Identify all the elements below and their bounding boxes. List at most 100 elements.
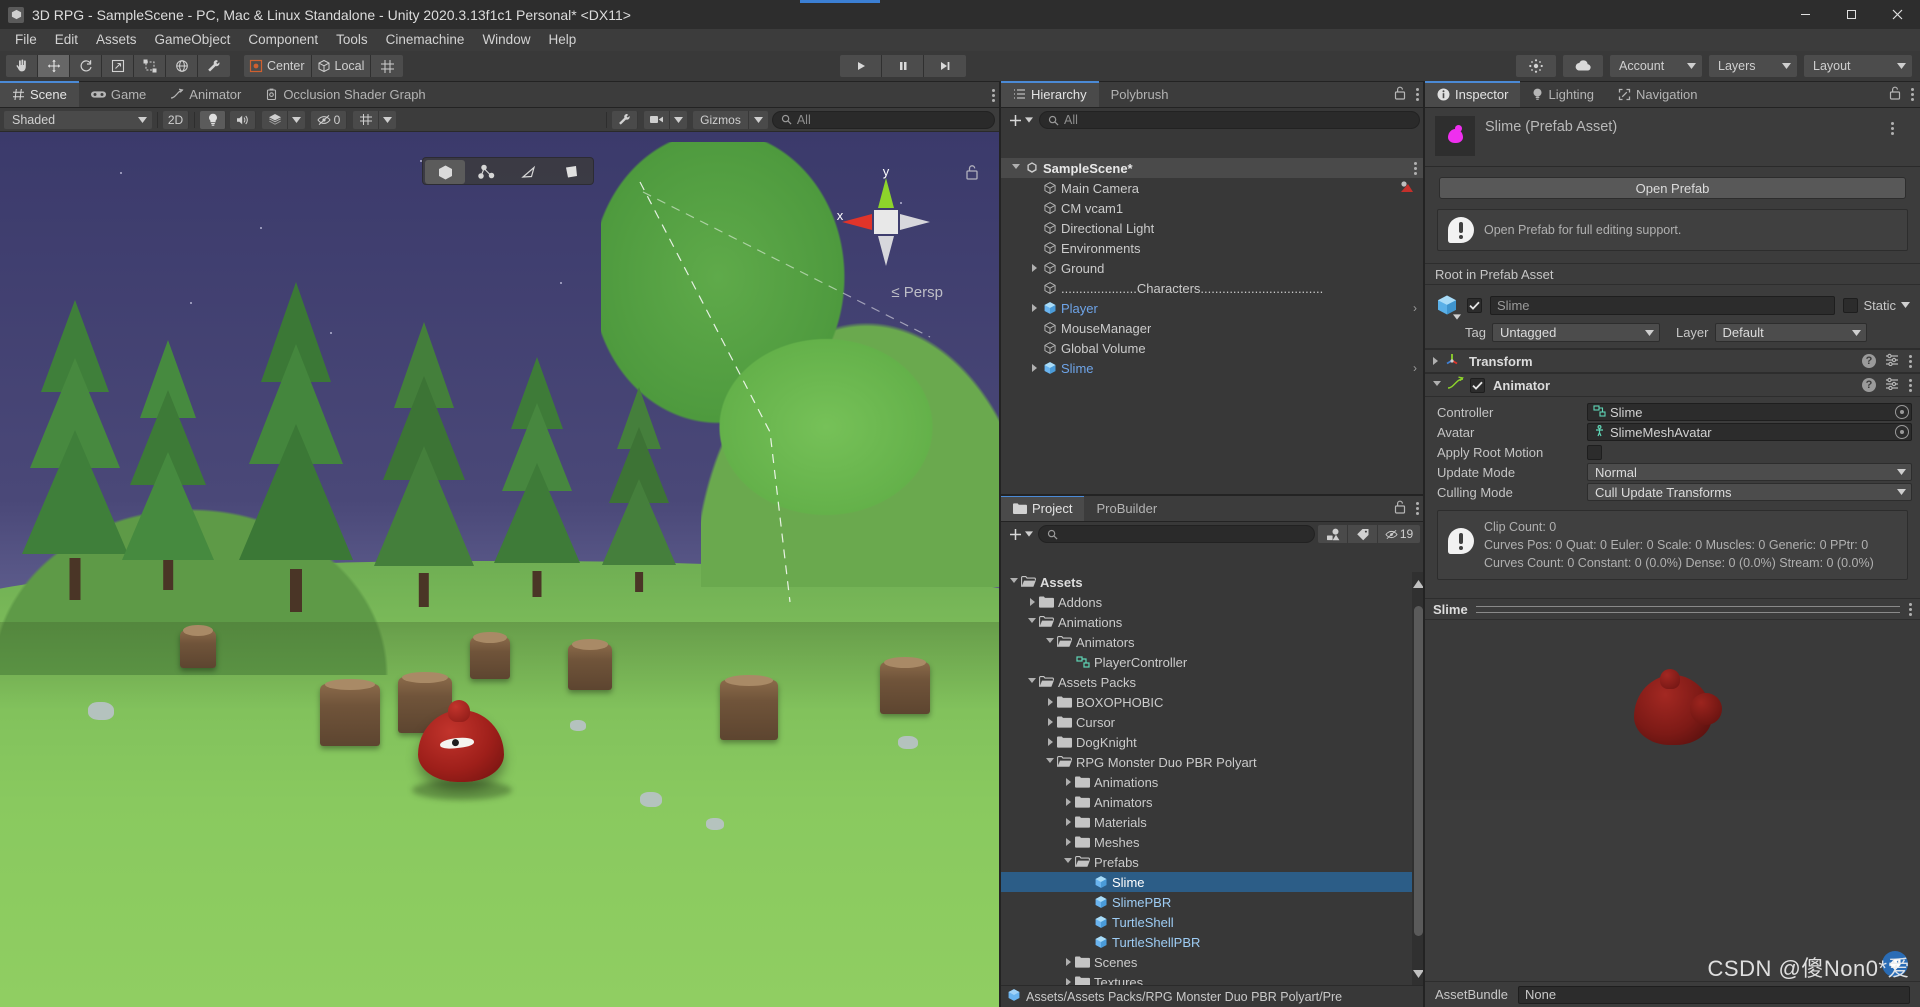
expand-toggle[interactable] — [1009, 163, 1023, 173]
menu-file[interactable]: File — [6, 29, 46, 51]
divider-scene-hierarchy[interactable] — [999, 82, 1001, 1007]
hierarchy-item-slime[interactable]: Slime › — [1001, 358, 1425, 378]
object-picker-icon[interactable] — [1895, 405, 1909, 419]
services-icon[interactable] — [1516, 55, 1556, 77]
expand-toggle[interactable] — [1043, 757, 1057, 767]
menu-window[interactable]: Window — [473, 29, 539, 51]
preview-drag-handle[interactable] — [1475, 605, 1900, 613]
close-button[interactable] — [1874, 0, 1920, 29]
project-item-assets[interactable]: Assets — [1001, 572, 1425, 592]
pivot-mode-button[interactable]: Center — [244, 55, 312, 77]
minimize-button[interactable] — [1782, 0, 1828, 29]
expand-toggle[interactable] — [1061, 978, 1075, 985]
hierarchy-item-characters[interactable]: .....................Characters.........… — [1001, 278, 1425, 298]
asset-labels-button[interactable] — [1882, 951, 1908, 977]
rect-transform-tool-button[interactable] — [134, 55, 166, 77]
scene-camera-button[interactable] — [644, 110, 671, 129]
scene-viewport[interactable]: y x ≤ Persp — [0, 132, 1001, 1007]
project-item-turtleshellpbr[interactable]: TurtleShellPBR — [1001, 932, 1425, 952]
scene-camera-dropdown[interactable] — [670, 110, 688, 129]
scene-projection-label[interactable]: ≤ Persp — [891, 284, 943, 301]
expand-toggle[interactable] — [1043, 637, 1057, 647]
menu-help[interactable]: Help — [539, 29, 585, 51]
project-item-animators[interactable]: Animators — [1001, 792, 1425, 812]
tab-lighting[interactable]: Lighting — [1520, 81, 1606, 107]
prefab-icon[interactable] — [1435, 293, 1461, 320]
project-item-animations[interactable]: Animations — [1001, 772, 1425, 792]
chevron-down-icon[interactable] — [1433, 380, 1441, 390]
hierarchy-item-global-volume[interactable]: Global Volume — [1001, 338, 1425, 358]
hierarchy-item-main-camera[interactable]: Main Camera — [1001, 178, 1425, 198]
project-item-materials[interactable]: Materials — [1001, 812, 1425, 832]
scene-fx-button[interactable] — [262, 110, 288, 129]
move-tool-button[interactable] — [38, 55, 70, 77]
preset-icon[interactable] — [1885, 353, 1899, 369]
asset-header-kebab-icon[interactable] — [1890, 120, 1894, 136]
controller-object-field[interactable]: Slime — [1587, 403, 1912, 421]
tag-dropdown[interactable]: Untagged — [1491, 323, 1660, 342]
menu-gameobject[interactable]: GameObject — [146, 29, 240, 51]
chevron-right-icon[interactable]: › — [1413, 301, 1417, 315]
scene-fx-dropdown[interactable] — [288, 110, 305, 129]
apply-root-motion-checkbox[interactable] — [1587, 444, 1602, 460]
kebab-icon[interactable] — [1910, 87, 1914, 103]
project-scrollbar-thumb[interactable] — [1414, 606, 1423, 936]
kebab-icon[interactable] — [1908, 353, 1912, 369]
static-toggle-group[interactable]: Static — [1843, 297, 1910, 313]
project-item-addons[interactable]: Addons — [1001, 592, 1425, 612]
scene-search-input[interactable]: All — [771, 110, 996, 129]
layers-dropdown[interactable]: Layers — [1709, 55, 1797, 77]
component-header-transform[interactable]: Transform ? — [1425, 349, 1920, 373]
help-icon[interactable]: ? — [1862, 378, 1876, 392]
chevron-right-icon[interactable] — [1433, 357, 1438, 365]
avatar-object-field[interactable]: SlimeMeshAvatar — [1587, 423, 1912, 441]
expand-toggle[interactable] — [1061, 958, 1075, 966]
kebab-icon[interactable] — [991, 87, 995, 103]
preset-icon[interactable] — [1885, 377, 1899, 393]
expand-toggle[interactable] — [1025, 677, 1039, 687]
scene-grid-visibility-button[interactable] — [353, 110, 379, 129]
expand-toggle[interactable] — [1027, 364, 1041, 372]
maximize-button[interactable] — [1828, 0, 1874, 29]
project-search-input[interactable] — [1038, 525, 1315, 543]
filter-by-type-button[interactable] — [1318, 525, 1348, 543]
hierarchy-item-environments[interactable]: Environments — [1001, 238, 1425, 258]
project-item-slime[interactable]: Slime — [1001, 872, 1425, 892]
open-prefab-button[interactable]: Open Prefab — [1439, 177, 1906, 199]
face-mode-button[interactable] — [551, 160, 591, 184]
object-mode-button[interactable] — [425, 160, 465, 184]
project-item-slimepbr[interactable]: SlimePBR — [1001, 892, 1425, 912]
animator-enabled-checkbox[interactable] — [1470, 377, 1485, 393]
vertex-mode-button[interactable] — [467, 160, 507, 184]
tab-occlusion-shader-graph[interactable]: Occlusion Shader Graph — [253, 81, 437, 107]
project-add-button[interactable] — [1006, 527, 1035, 542]
project-item-boxophobic[interactable]: BOXOPHOBIC — [1001, 692, 1425, 712]
asset-bundle-dropdown[interactable]: None — [1518, 985, 1910, 1004]
scene-lighting-button[interactable] — [200, 110, 226, 129]
pause-button[interactable] — [882, 55, 924, 77]
menu-cinemachine[interactable]: Cinemachine — [377, 29, 474, 51]
project-tree[interactable]: Assets Addons Animations Animators PlayerCon… — [1001, 572, 1425, 985]
tab-probuilder[interactable]: ProBuilder — [1084, 495, 1169, 521]
object-picker-icon[interactable] — [1895, 425, 1909, 439]
menu-component[interactable]: Component — [239, 29, 327, 51]
expand-toggle[interactable] — [1061, 857, 1075, 867]
scene-tools-button[interactable] — [612, 110, 639, 129]
project-item-turtleshell[interactable]: TurtleShell — [1001, 912, 1425, 932]
cloud-icon[interactable] — [1563, 55, 1603, 77]
scene-view-axis-gizmo[interactable]: y x — [826, 162, 946, 282]
draw-mode-dropdown[interactable]: Shaded — [4, 110, 152, 129]
gameobject-name-input[interactable]: Slime — [1490, 295, 1836, 315]
component-header-animator[interactable]: Animator ? — [1425, 373, 1920, 397]
tab-game[interactable]: Game — [79, 81, 158, 107]
toggle-2d-button[interactable]: 2D — [163, 110, 189, 129]
hierarchy-search-input[interactable]: All — [1039, 111, 1420, 129]
expand-toggle[interactable] — [1027, 264, 1041, 272]
expand-toggle[interactable] — [1043, 738, 1057, 746]
hierarchy-item-mousemanager[interactable]: MouseManager — [1001, 318, 1425, 338]
tab-polybrush[interactable]: Polybrush — [1099, 81, 1181, 107]
menu-edit[interactable]: Edit — [46, 29, 87, 51]
project-item-dogknight[interactable]: DogKnight — [1001, 732, 1425, 752]
project-item-scenes[interactable]: Scenes — [1001, 952, 1425, 972]
step-button[interactable] — [924, 55, 966, 77]
